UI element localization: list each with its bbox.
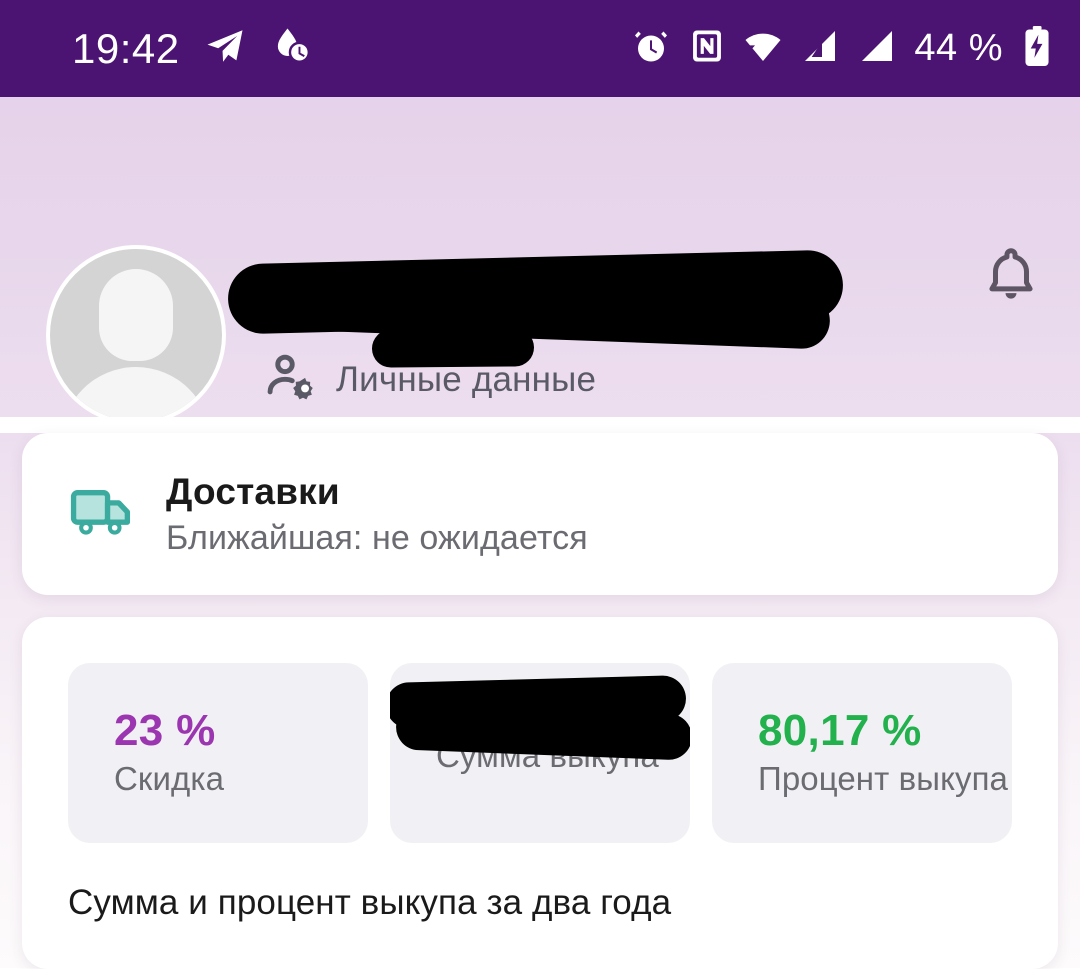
person-settings-icon — [264, 349, 320, 410]
profile-header: Личные данные — [0, 97, 1080, 417]
buyout-stats-card: 23 % Скидка Сумма выкупа 80,17 % Процент… — [22, 617, 1058, 969]
telegram-icon — [204, 25, 246, 72]
status-bar-left: 19:42 — [72, 25, 312, 72]
battery-charging-icon — [1020, 25, 1054, 72]
deliveries-texts: Доставки Ближайшая: не ожидается — [166, 471, 588, 558]
status-bar-right: 44 % — [631, 25, 1054, 72]
stat-tile-buyout-percent[interactable]: 80,17 % Процент выкупа — [712, 663, 1012, 843]
main-content: Доставки Ближайшая: не ожидается 23 % Ск… — [0, 433, 1080, 969]
wifi-icon — [743, 26, 783, 71]
bell-icon — [982, 248, 1040, 311]
deliveries-title: Доставки — [166, 470, 340, 512]
water-drop-timer-icon — [270, 25, 312, 72]
truck-icon — [70, 484, 136, 545]
stat-value-buyout-percent: 80,17 % — [758, 705, 922, 755]
alarm-clock-icon — [631, 26, 671, 71]
deliveries-card[interactable]: Доставки Ближайшая: не ожидается — [22, 433, 1058, 595]
status-bar-clock: 19:42 — [72, 24, 180, 72]
personal-data-label: Личные данные — [336, 359, 597, 399]
avatar[interactable] — [46, 245, 226, 417]
signal-sim2-icon — [857, 26, 897, 71]
stat-tile-buyout-amount[interactable]: Сумма выкупа — [390, 663, 690, 843]
notifications-button[interactable] — [982, 245, 1040, 312]
stat-label-buyout-percent: Процент выкупа — [758, 760, 1008, 798]
stat-tiles-row: 23 % Скидка Сумма выкупа 80,17 % Процент… — [68, 663, 1012, 843]
personal-data-link[interactable]: Личные данные — [264, 349, 596, 410]
stat-tile-discount[interactable]: 23 % Скидка — [68, 663, 368, 843]
signal-sim1-icon — [800, 26, 840, 71]
deliveries-subtitle: Ближайшая: не ожидается — [166, 518, 588, 557]
stat-label-discount: Скидка — [114, 760, 225, 798]
stats-caption: Сумма и процент выкупа за два года — [68, 883, 672, 922]
avatar-placeholder-icon — [50, 249, 222, 417]
status-bar: 19:42 44 % — [0, 0, 1080, 97]
battery-percent-label: 44 % — [914, 27, 1003, 69]
stat-value-discount: 23 % — [114, 705, 216, 755]
nfc-icon — [688, 27, 726, 70]
